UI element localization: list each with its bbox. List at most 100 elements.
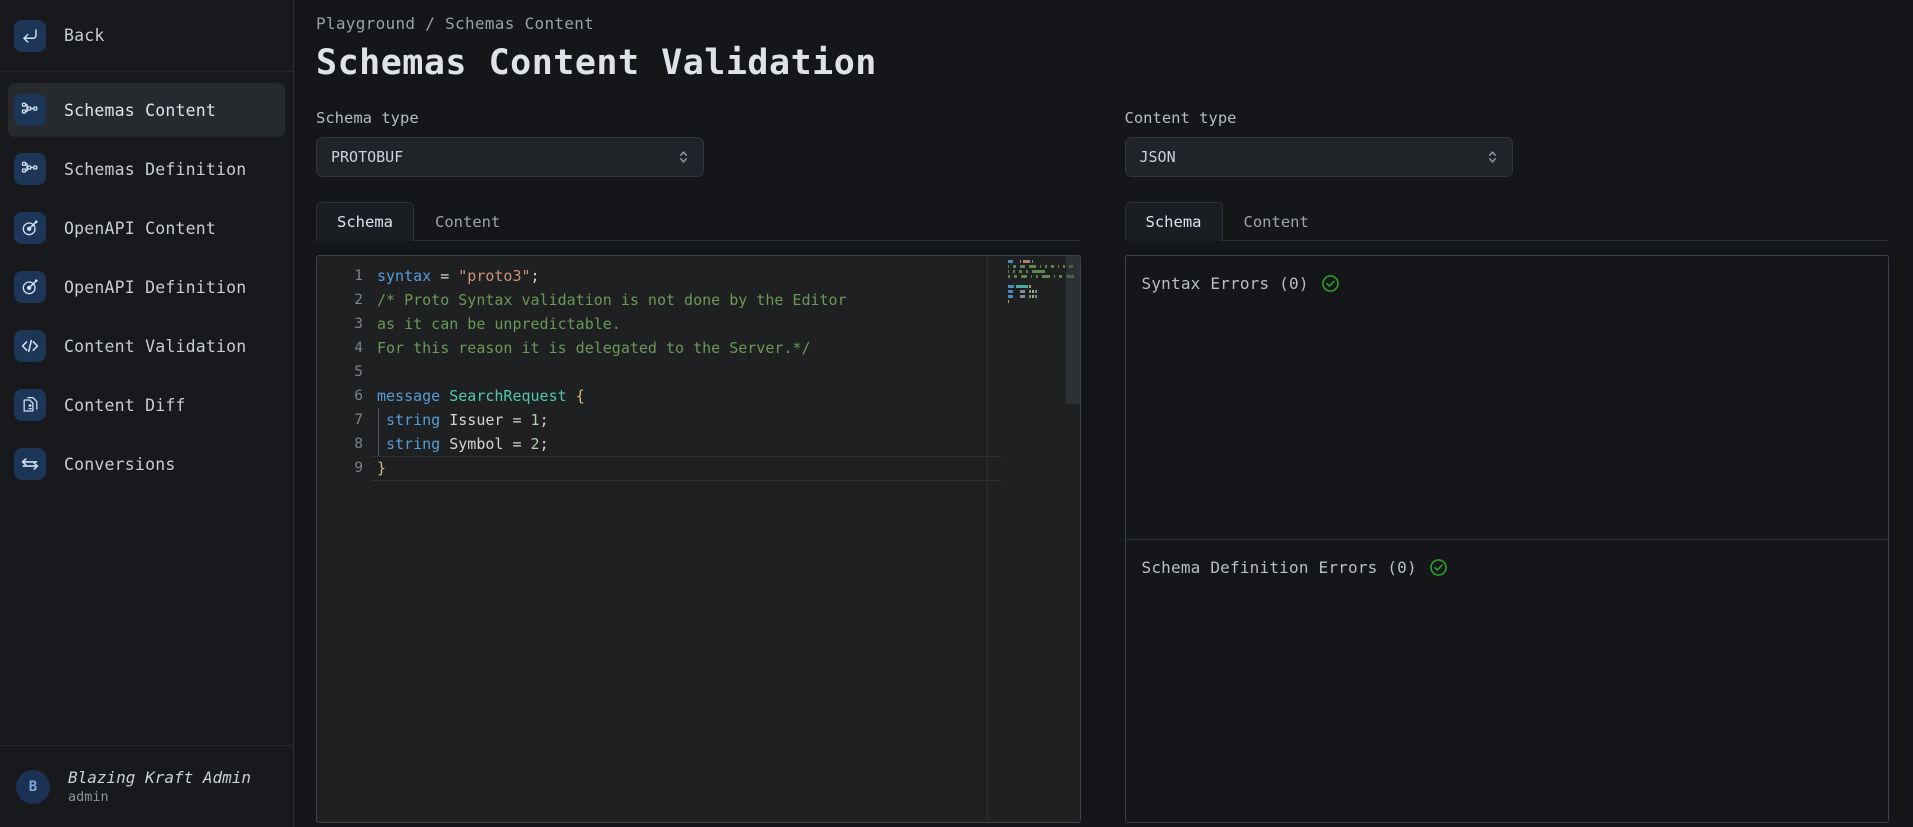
code-line[interactable]: string Symbol = 2; — [377, 432, 1002, 456]
indent-guide — [378, 408, 379, 456]
line-number: 3 — [354, 316, 363, 332]
sidebar-item-label: Schemas Content — [64, 100, 217, 120]
tab-left-schema[interactable]: Schema — [316, 202, 414, 241]
editor-line-numbers: 1 2 3 4 5 6 7 8 9 — [317, 256, 373, 822]
sidebar-item-label: Content Diff — [64, 395, 186, 415]
minimap-line — [1008, 280, 1074, 283]
chevron-updown-icon — [678, 148, 689, 166]
minimap-line — [1007, 270, 1074, 273]
code-token: 1 — [530, 411, 540, 429]
content-type-label: Content type — [1124, 109, 1237, 127]
code-token: string — [386, 411, 441, 429]
schema-node-icon — [14, 94, 46, 126]
sidebar-item-label: Content Validation — [64, 336, 247, 356]
tab-right-schema[interactable]: Schema — [1124, 202, 1223, 241]
code-line[interactable]: as it can be unpredictable. — [377, 312, 1002, 336]
code-token: 2 — [530, 435, 540, 453]
code-line[interactable]: string Issuer = 1; — [377, 408, 1002, 432]
schema-type-label: Schema type — [316, 109, 419, 127]
code-line[interactable]: /* Proto Syntax validation is not done b… — [377, 288, 1002, 312]
chevron-updown-icon — [1487, 148, 1498, 166]
openapi-icon — [14, 271, 46, 303]
right-column: Content type JSON Schema Content Syntax … — [1124, 109, 1889, 823]
content-type-value: JSON — [1139, 148, 1176, 166]
schema-definition-errors-panel: Schema Definition Errors (0) — [1125, 539, 1888, 822]
code-token: SearchRequest — [449, 387, 567, 405]
code-token: /* Proto Syntax validation is not done b… — [377, 291, 847, 309]
sidebar: Back Schemas Content Schemas Definition … — [0, 0, 294, 827]
minimap-line — [1007, 295, 1074, 298]
minimap-line — [1007, 260, 1074, 263]
line-number: 2 — [354, 292, 363, 308]
sidebar-back-button[interactable]: Back — [0, 0, 293, 72]
sidebar-item-label: OpenAPI Content — [64, 218, 217, 238]
sidebar-item-schemas-content[interactable]: Schemas Content — [8, 83, 285, 137]
document-diff-icon — [14, 389, 46, 421]
right-tabs: Schema Content — [1124, 202, 1889, 241]
code-line[interactable]: For this reason it is delegated to the S… — [377, 336, 1002, 360]
scrollbar-thumb[interactable] — [1065, 256, 1080, 404]
code-token: syntax — [377, 267, 432, 285]
current-line-border-top — [373, 456, 1002, 457]
code-token: message — [377, 387, 450, 405]
schema-type-select[interactable]: PROTOBUF — [316, 137, 704, 177]
line-number: 5 — [354, 364, 363, 380]
sidebar-item-label: Conversions — [64, 454, 176, 474]
code-brackets-icon — [14, 330, 46, 362]
schema-type-value: PROTOBUF — [331, 148, 404, 166]
validation-results: Syntax Errors (0) Schema Definition Erro… — [1124, 255, 1889, 823]
editor-minimap-divider — [986, 256, 988, 822]
minimap-line — [1007, 300, 1074, 303]
left-tabs: Schema Content — [316, 202, 1081, 241]
tab-right-content[interactable]: Content — [1223, 202, 1330, 240]
app-root: Back Schemas Content Schemas Definition … — [0, 0, 1913, 827]
sidebar-item-conversions[interactable]: Conversions — [8, 437, 285, 491]
page-title: Schemas Content Validation — [316, 43, 877, 83]
sidebar-item-label: OpenAPI Definition — [64, 277, 247, 297]
code-token: ; — [539, 411, 549, 429]
syntax-errors-header: Syntax Errors (0) — [1126, 256, 1889, 293]
left-column: Schema type PROTOBUF Schema Content 1 2 … — [316, 109, 1081, 823]
sidebar-item-openapi-definition[interactable]: OpenAPI Definition — [8, 260, 285, 314]
breadcrumb: Playground / Schemas Content — [316, 14, 595, 33]
code-token: Issuer = — [440, 411, 531, 429]
code-line[interactable]: } — [377, 456, 1002, 480]
content-type-select[interactable]: JSON — [1124, 137, 1513, 177]
code-token: For this reason it is delegated to the S… — [377, 339, 811, 357]
schema-node-icon — [14, 153, 46, 185]
minimap-line — [1007, 275, 1074, 278]
two-column-layout: Schema type PROTOBUF Schema Content 1 2 … — [316, 109, 1889, 823]
sidebar-item-openapi-content[interactable]: OpenAPI Content — [8, 201, 285, 255]
avatar: B — [16, 769, 50, 804]
check-circle-icon — [1429, 558, 1448, 577]
code-line[interactable]: message SearchRequest { — [377, 384, 1002, 408]
sidebar-item-label: Schemas Definition — [64, 159, 247, 179]
sidebar-user-profile[interactable]: B Blazing Kraft Admin admin — [0, 745, 293, 827]
code-token: ; — [530, 267, 540, 285]
line-number: 6 — [354, 388, 363, 404]
sidebar-item-content-validation[interactable]: Content Validation — [8, 319, 285, 373]
code-token: = — [431, 267, 459, 285]
user-role: admin — [68, 789, 109, 806]
main-content: Playground / Schemas Content Schemas Con… — [294, 0, 1913, 827]
code-token: string — [386, 435, 441, 453]
line-number: 9 — [354, 460, 363, 476]
tab-left-content[interactable]: Content — [414, 202, 521, 240]
line-number: 7 — [354, 412, 363, 428]
minimap-line — [1007, 290, 1074, 293]
code-line[interactable]: syntax = "proto3"; — [377, 264, 1002, 288]
code-token: { — [575, 387, 585, 405]
code-token: Symbol = — [440, 435, 531, 453]
schema-code-editor[interactable]: 1 2 3 4 5 6 7 8 9 syntax = "proto3"; /* Proto Syn… — [316, 255, 1081, 823]
code-token: as it can be unpredictable. — [377, 315, 621, 333]
syntax-errors-panel: Syntax Errors (0) — [1126, 256, 1889, 539]
editor-code-area[interactable]: syntax = "proto3"; /* Proto Syntax valida… — [373, 256, 1002, 822]
sidebar-item-schemas-definition[interactable]: Schemas Definition — [8, 142, 285, 196]
editor-body[interactable]: 1 2 3 4 5 6 7 8 9 syntax = "proto3"; /* Proto Syn… — [317, 256, 1002, 822]
sidebar-item-content-diff[interactable]: Content Diff — [8, 378, 285, 432]
editor-vertical-scrollbar[interactable] — [1065, 256, 1080, 822]
code-line[interactable] — [377, 360, 1002, 384]
back-arrow-icon — [14, 19, 46, 52]
